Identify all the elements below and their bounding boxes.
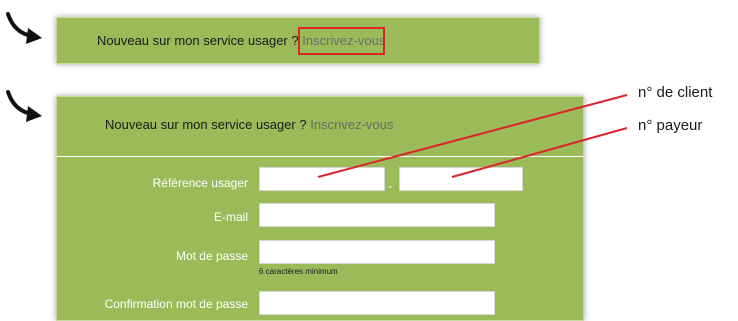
payeur-annotation: n° payeur xyxy=(638,117,703,134)
client-pointer-line xyxy=(317,94,628,178)
annotated-screenshot: Nouveau sur mon service usager ? Inscriv… xyxy=(0,0,738,321)
annotation-lines xyxy=(317,94,628,178)
client-annotation: n° de client xyxy=(638,84,713,101)
